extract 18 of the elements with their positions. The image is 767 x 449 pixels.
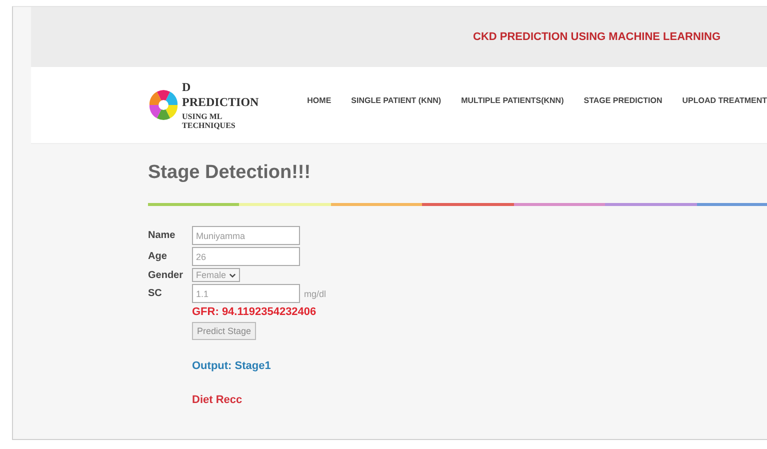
field-label: Gender <box>148 270 184 280</box>
unit-label: mg/dl <box>304 288 326 298</box>
logo-title: D PREDICTION <box>182 80 260 110</box>
nav-link[interactable]: MULTIPLE PATIENTS(KNN) <box>461 96 564 104</box>
caret-icon <box>229 272 236 278</box>
field-label: Name <box>148 230 176 241</box>
field-label: SC <box>148 288 163 299</box>
logo-subtitle: USING ML TECHNIQUES <box>182 112 236 130</box>
nav-link[interactable]: STAGE PREDICTION <box>584 96 662 104</box>
diet-heading: Diet Recc <box>192 394 242 406</box>
nav-link[interactable]: UPLOAD TREATMENT <box>682 96 767 104</box>
nav-link[interactable]: HOME <box>307 96 332 104</box>
page-heading: Stage Detection!!! <box>148 162 312 184</box>
banner-title: CKD PREDICTION USING MACHINE LEARNING <box>473 31 721 43</box>
field-label: Age <box>148 251 168 262</box>
output-text: Output: Stage1 <box>192 360 271 372</box>
gfr-result: GFR: 94.1192354232406 <box>192 306 316 318</box>
nav-link[interactable]: SINGLE PATIENT (KNN) <box>351 96 442 104</box>
